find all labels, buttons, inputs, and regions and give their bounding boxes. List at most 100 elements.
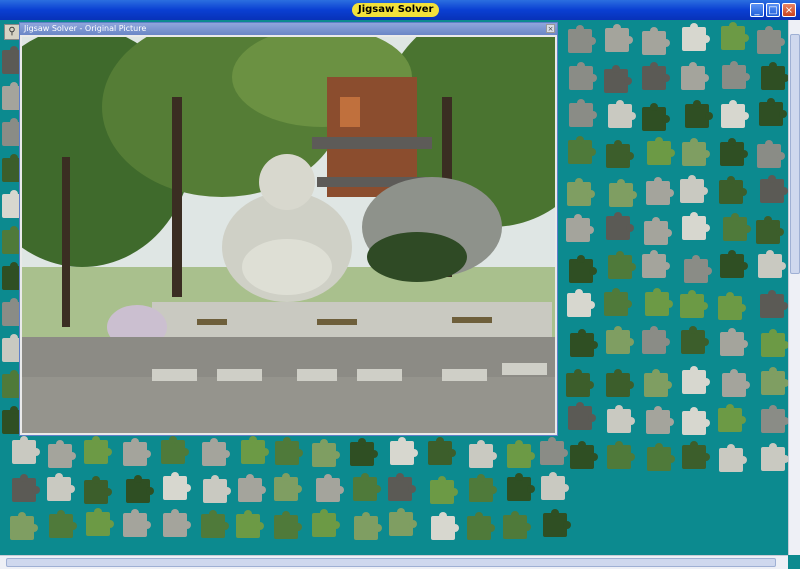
vertical-scrollbar[interactable] <box>788 20 800 555</box>
puzzle-piece[interactable] <box>759 98 787 126</box>
puzzle-piece[interactable] <box>606 326 634 354</box>
puzzle-piece[interactable] <box>123 438 151 466</box>
puzzle-piece[interactable] <box>569 99 597 127</box>
puzzle-piece[interactable] <box>681 62 709 90</box>
puzzle-piece[interactable] <box>467 512 495 540</box>
picture-window-close-button[interactable]: × <box>546 24 555 33</box>
puzzle-piece[interactable] <box>431 512 459 540</box>
puzzle-piece[interactable] <box>646 177 674 205</box>
puzzle-piece[interactable] <box>126 475 154 503</box>
puzzle-piece[interactable] <box>543 509 571 537</box>
puzzle-piece[interactable] <box>275 437 303 465</box>
puzzle-piece[interactable] <box>642 326 670 354</box>
puzzle-piece[interactable] <box>540 437 568 465</box>
puzzle-piece[interactable] <box>642 27 670 55</box>
puzzle-piece[interactable] <box>10 512 38 540</box>
puzzle-piece[interactable] <box>203 475 231 503</box>
puzzle-piece[interactable] <box>685 100 713 128</box>
puzzle-piece[interactable] <box>469 440 497 468</box>
puzzle-piece[interactable] <box>761 405 789 433</box>
puzzle-piece[interactable] <box>606 212 634 240</box>
puzzle-piece[interactable] <box>719 176 747 204</box>
puzzle-piece[interactable] <box>761 62 789 90</box>
puzzle-piece[interactable] <box>644 217 672 245</box>
puzzle-piece[interactable] <box>722 61 750 89</box>
puzzle-piece[interactable] <box>570 441 598 469</box>
puzzle-piece[interactable] <box>761 367 789 395</box>
horizontal-scroll-thumb[interactable] <box>6 558 776 567</box>
puzzle-piece[interactable] <box>684 255 712 283</box>
puzzle-piece[interactable] <box>718 292 746 320</box>
puzzle-piece[interactable] <box>720 250 748 278</box>
puzzle-piece[interactable] <box>541 472 569 500</box>
puzzle-piece[interactable] <box>605 24 633 52</box>
vertical-scroll-thumb[interactable] <box>790 34 800 274</box>
puzzle-piece[interactable] <box>681 326 709 354</box>
puzzle-piece[interactable] <box>84 476 112 504</box>
puzzle-piece[interactable] <box>123 509 151 537</box>
puzzle-piece[interactable] <box>721 100 749 128</box>
puzzle-piece[interactable] <box>719 444 747 472</box>
puzzle-piece[interactable] <box>430 476 458 504</box>
puzzle-piece[interactable] <box>354 512 382 540</box>
puzzle-piece[interactable] <box>388 473 416 501</box>
puzzle-piece[interactable] <box>757 26 785 54</box>
puzzle-piece[interactable] <box>607 405 635 433</box>
puzzle-piece[interactable] <box>761 329 789 357</box>
puzzle-piece[interactable] <box>606 140 634 168</box>
puzzle-piece[interactable] <box>608 251 636 279</box>
minimize-button[interactable]: _ <box>750 3 764 17</box>
puzzle-piece[interactable] <box>161 436 189 464</box>
puzzle-piece[interactable] <box>606 369 634 397</box>
puzzle-piece[interactable] <box>680 290 708 318</box>
puzzle-piece[interactable] <box>274 511 302 539</box>
puzzle-piece[interactable] <box>507 440 535 468</box>
puzzle-piece[interactable] <box>570 329 598 357</box>
puzzle-piece[interactable] <box>238 474 266 502</box>
puzzle-piece[interactable] <box>642 62 670 90</box>
puzzle-piece[interactable] <box>86 508 114 536</box>
puzzle-piece[interactable] <box>760 175 788 203</box>
puzzle-piece[interactable] <box>569 255 597 283</box>
puzzle-piece[interactable] <box>503 511 531 539</box>
puzzle-piece[interactable] <box>721 22 749 50</box>
magnifier-icon[interactable]: ⚲ <box>4 24 20 40</box>
puzzle-piece[interactable] <box>567 289 595 317</box>
puzzle-piece[interactable] <box>274 473 302 501</box>
puzzle-piece[interactable] <box>718 404 746 432</box>
puzzle-piece[interactable] <box>353 473 381 501</box>
puzzle-piece[interactable] <box>566 369 594 397</box>
puzzle-piece[interactable] <box>428 437 456 465</box>
puzzle-piece[interactable] <box>12 436 40 464</box>
puzzle-piece[interactable] <box>607 441 635 469</box>
puzzle-piece[interactable] <box>682 407 710 435</box>
puzzle-piece[interactable] <box>760 290 788 318</box>
puzzle-piece[interactable] <box>682 23 710 51</box>
puzzle-piece[interactable] <box>566 214 594 242</box>
puzzle-piece[interactable] <box>642 103 670 131</box>
puzzle-piece[interactable] <box>390 437 418 465</box>
puzzle-piece[interactable] <box>680 175 708 203</box>
puzzle-piece[interactable] <box>682 441 710 469</box>
puzzle-piece[interactable] <box>12 474 40 502</box>
puzzle-piece[interactable] <box>312 509 340 537</box>
puzzle-piece[interactable] <box>720 328 748 356</box>
puzzle-piece[interactable] <box>756 216 784 244</box>
close-button[interactable]: × <box>782 3 796 17</box>
puzzle-piece[interactable] <box>604 65 632 93</box>
puzzle-piece[interactable] <box>608 100 636 128</box>
puzzle-piece[interactable] <box>757 140 785 168</box>
puzzle-piece[interactable] <box>84 436 112 464</box>
puzzle-piece[interactable] <box>722 369 750 397</box>
puzzle-piece[interactable] <box>647 443 675 471</box>
puzzle-piece[interactable] <box>163 472 191 500</box>
puzzle-piece[interactable] <box>758 250 786 278</box>
title-bar[interactable]: Jigsaw Solver _ □ × <box>0 0 800 20</box>
puzzle-piece[interactable] <box>568 402 596 430</box>
puzzle-piece[interactable] <box>507 473 535 501</box>
picture-window-title[interactable]: Jigsaw Solver - Original Picture × <box>20 23 557 35</box>
puzzle-piece[interactable] <box>389 508 417 536</box>
puzzle-piece[interactable] <box>312 439 340 467</box>
puzzle-piece[interactable] <box>201 510 229 538</box>
puzzle-piece[interactable] <box>646 406 674 434</box>
